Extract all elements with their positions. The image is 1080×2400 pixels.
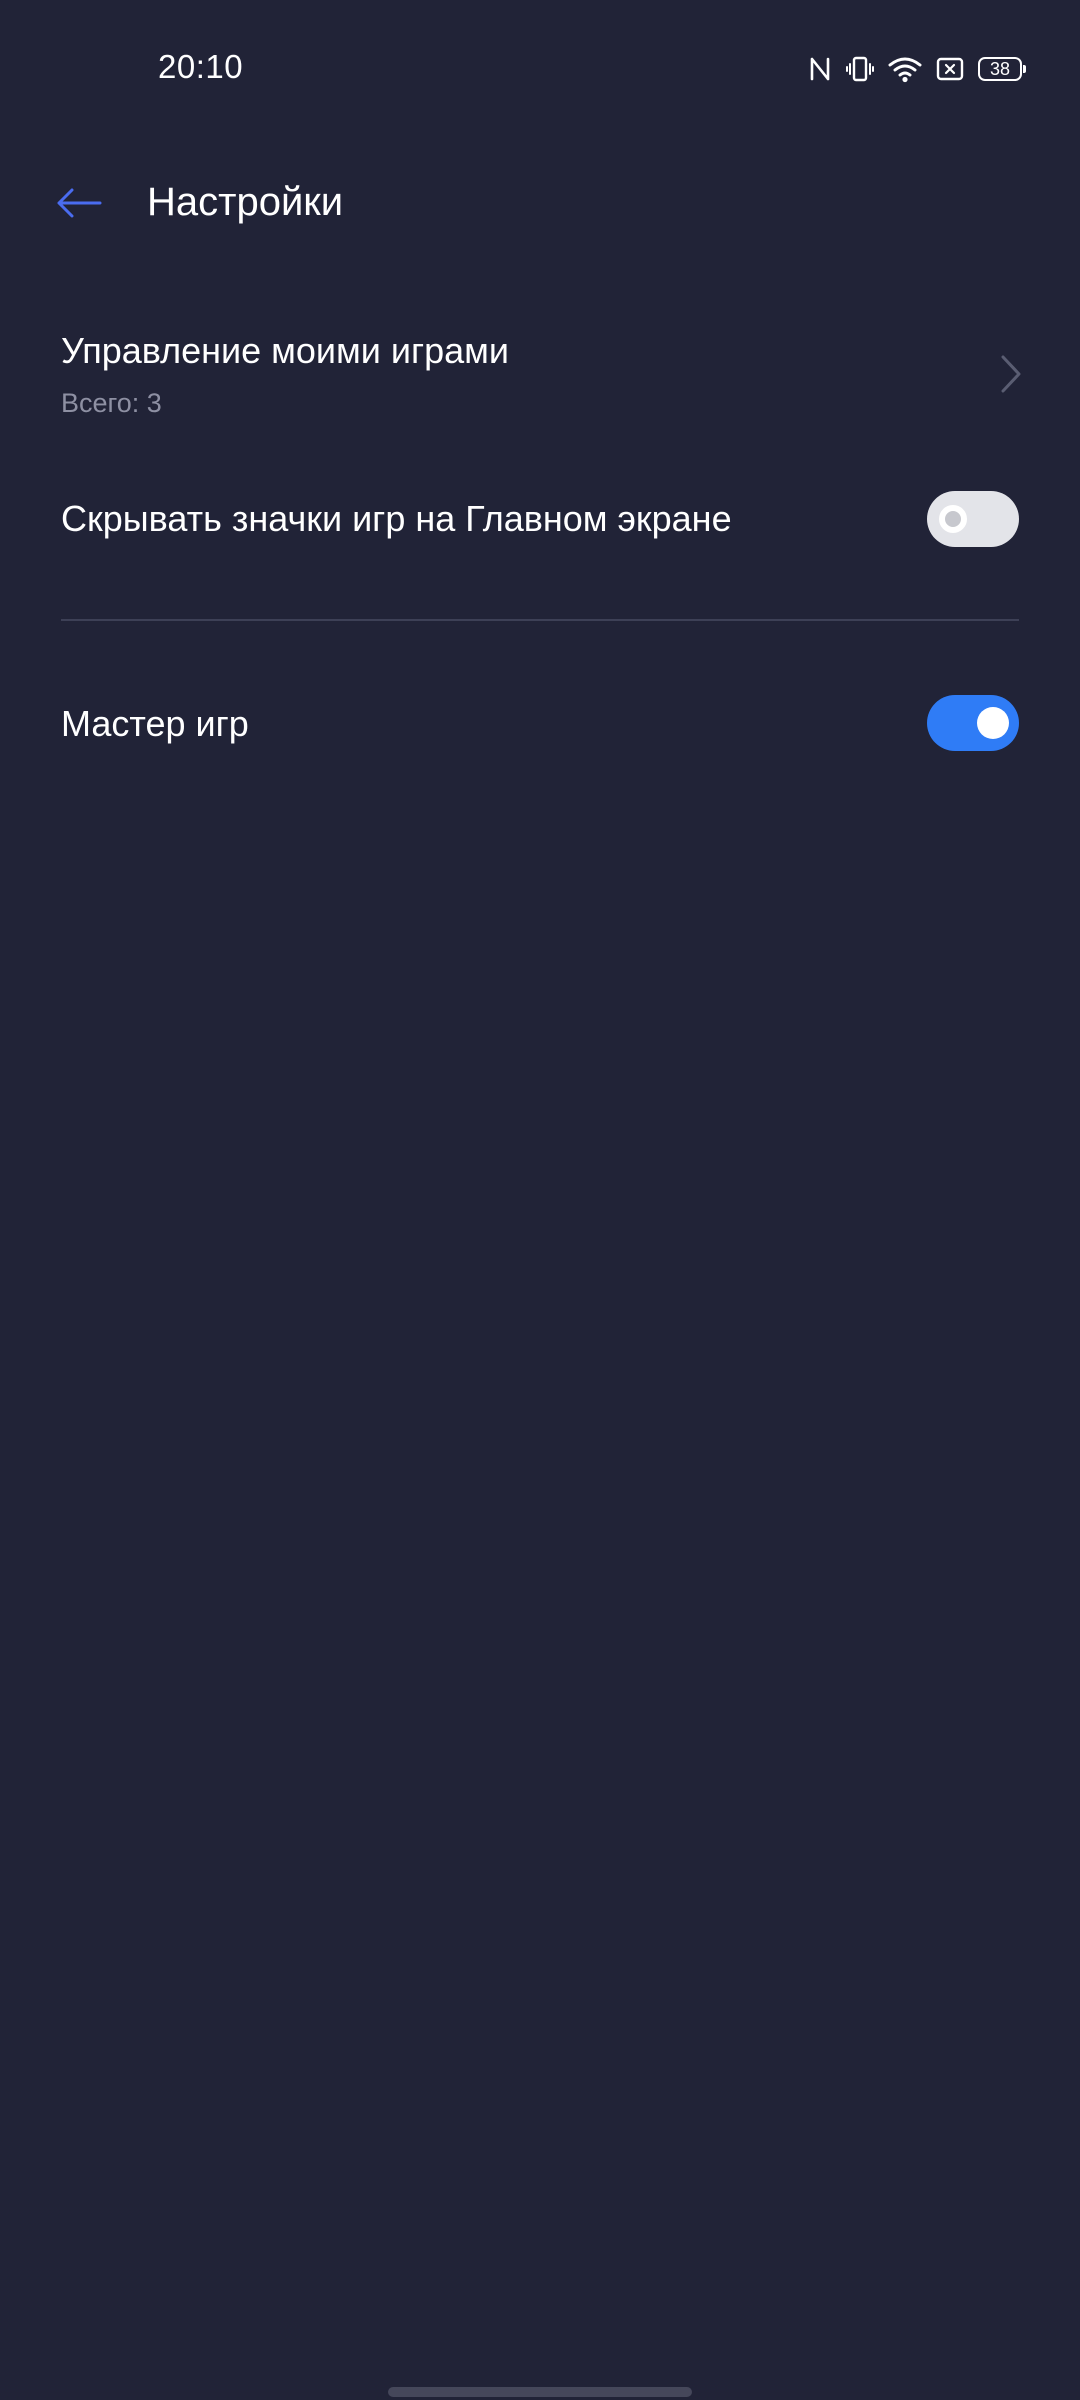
hide-icons-title: Скрывать значки игр на Главном экране [61,498,732,539]
manage-games-title: Управление моими играми [61,330,510,371]
sim-absent-icon [936,56,964,82]
toggle-knob [939,505,967,533]
hide-icons-toggle[interactable] [927,491,1019,547]
back-button[interactable] [48,174,110,236]
wifi-icon [888,55,922,83]
game-master-toggle[interactable] [927,695,1019,751]
battery-level: 38 [989,58,1011,79]
toggle-knob [977,707,1009,739]
game-master-item: Мастер игр [0,673,1080,773]
divider [61,619,1019,621]
manage-games-item[interactable]: Управление моими играми Всего: 3 [0,310,1080,440]
nfc-icon [808,55,832,83]
battery-icon: 38 [978,57,1026,81]
status-bar: 20:10 38 [0,0,1080,140]
game-master-title: Мастер игр [61,703,249,744]
status-icons: 38 [808,52,1026,86]
header: Настройки [0,150,1080,260]
status-time: 20:10 [158,48,244,85]
page-title: Настройки [147,180,344,224]
hide-icons-item: Скрывать значки игр на Главном экране [0,470,1080,570]
chevron-right-icon [1000,354,1022,399]
arrow-left-icon [56,188,102,223]
manage-games-count: Всего: 3 [61,388,162,418]
vibrate-icon [846,55,874,83]
home-indicator[interactable] [388,2387,692,2397]
